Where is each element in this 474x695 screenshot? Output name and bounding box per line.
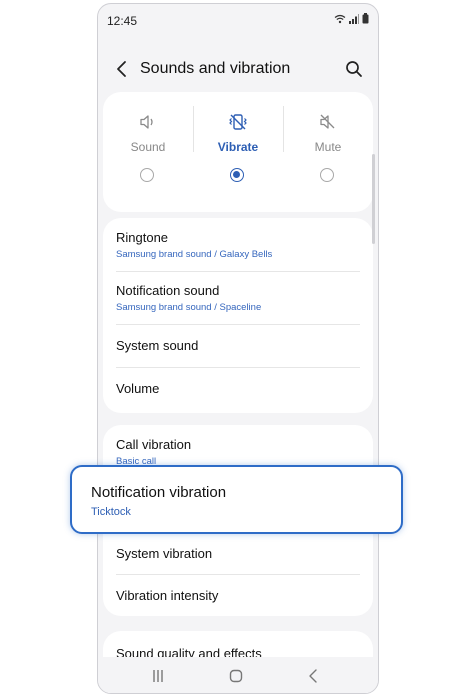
mute-icon (320, 114, 335, 129)
sound-mode-radio[interactable] (140, 168, 154, 182)
vibration-intensity-row[interactable]: Vibration intensity (103, 574, 373, 616)
phone-frame: 12:45 Sounds and vibration Sound Vibrate… (97, 3, 379, 694)
mute-mode-option[interactable]: Mute (283, 92, 373, 212)
search-icon[interactable] (344, 59, 364, 79)
speaker-icon (140, 115, 153, 129)
ringtone-subtitle: Samsung brand sound / Galaxy Bells (116, 249, 273, 260)
battery-icon (362, 13, 369, 24)
system-sound-title: System sound (116, 338, 199, 353)
ringtone-title: Ringtone (116, 230, 169, 245)
vibrate-mode-radio[interactable] (230, 168, 244, 182)
page-title: Sounds and vibration (140, 60, 291, 77)
system-vibration-title: System vibration (116, 546, 213, 561)
vibration-intensity-title: Vibration intensity (116, 588, 219, 603)
call-vibration-title: Call vibration (116, 437, 192, 452)
wifi-icon (334, 14, 346, 23)
status-time: 12:45 (107, 14, 138, 28)
notification-vibration-row[interactable]: Notification vibration Ticktock (70, 465, 403, 534)
recent-apps-icon[interactable] (149, 667, 167, 685)
navigation-bar (98, 657, 378, 693)
signal-icon (349, 13, 359, 24)
notification-sound-title: Notification sound (116, 283, 220, 298)
sound-mode-label: Sound (130, 140, 166, 154)
scrollbar[interactable] (372, 154, 375, 244)
sound-settings-group: Ringtone Samsung brand sound / Galaxy Be… (103, 218, 373, 413)
sound-mode-option[interactable]: Sound (103, 92, 193, 212)
vibrate-icon (229, 114, 247, 130)
system-vibration-row[interactable]: System vibration (103, 535, 373, 574)
status-icons (334, 13, 369, 24)
mute-mode-label: Mute (314, 140, 342, 154)
volume-title: Volume (116, 381, 160, 396)
notification-vibration-subtitle: Ticktock (91, 506, 131, 518)
notification-sound-row[interactable]: Notification sound Samsung brand sound /… (103, 271, 373, 324)
status-bar: 12:45 (98, 4, 378, 34)
vibrate-mode-label: Vibrate (217, 140, 259, 154)
app-header: Sounds and vibration (98, 48, 378, 92)
notification-sound-subtitle: Samsung brand sound / Spaceline (116, 302, 262, 313)
ringtone-row[interactable]: Ringtone Samsung brand sound / Galaxy Be… (103, 218, 373, 271)
call-vibration-row[interactable]: Call vibration Basic call (103, 425, 373, 469)
back-arrow-icon[interactable] (112, 58, 132, 80)
vibrate-mode-option[interactable]: Vibrate (193, 92, 283, 212)
system-sound-row[interactable]: System sound (103, 324, 373, 367)
mute-mode-radio[interactable] (320, 168, 334, 182)
notification-vibration-title: Notification vibration (91, 484, 227, 501)
nav-back-icon[interactable] (305, 667, 323, 685)
home-icon[interactable] (227, 667, 245, 685)
sound-mode-selector: Sound Vibrate Mute (103, 92, 373, 212)
volume-row[interactable]: Volume (103, 367, 373, 413)
